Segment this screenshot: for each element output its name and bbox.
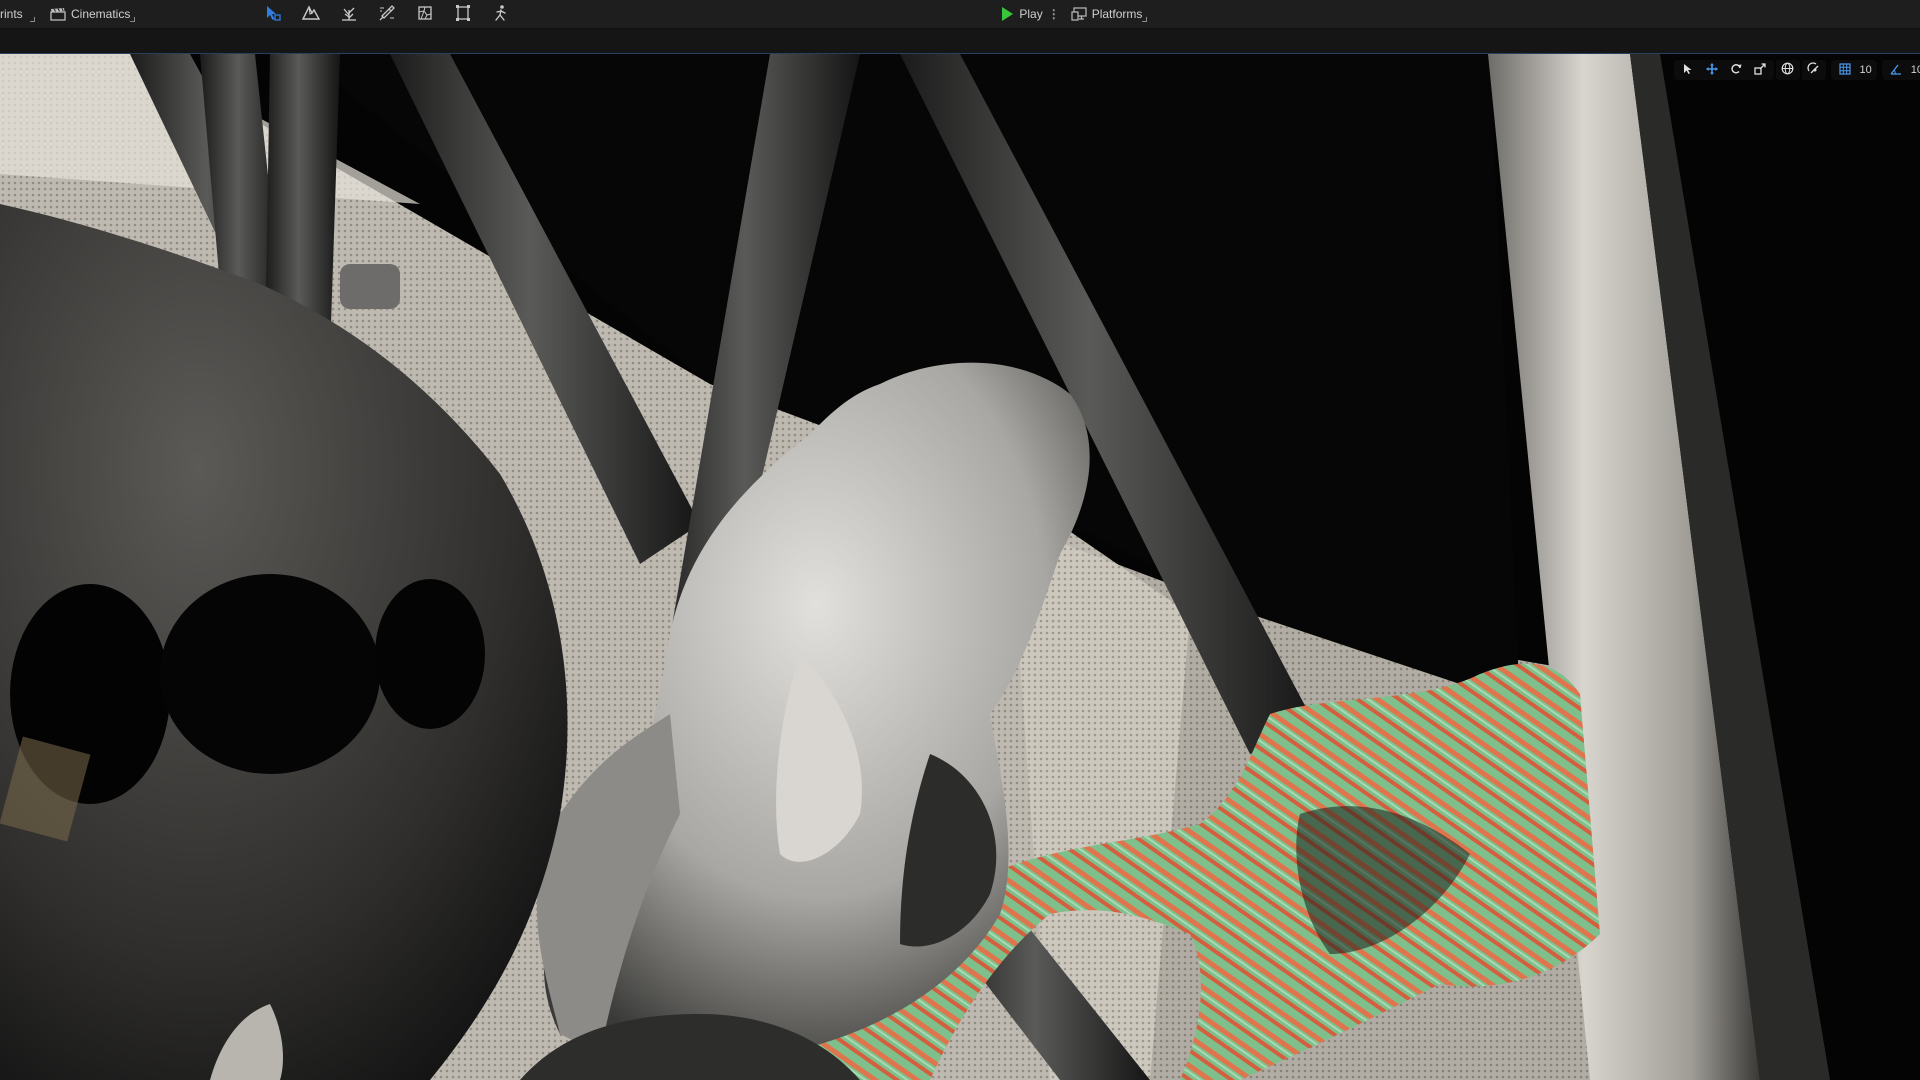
viewport-tab-strip — [0, 29, 1920, 54]
rotation-snap-group[interactable]: 10 — [1881, 60, 1920, 80]
foliage-mode-icon — [340, 4, 358, 25]
level-viewport[interactable]: 10 10 — [0, 54, 1920, 1080]
rotation-snap-button[interactable] — [1884, 60, 1908, 80]
viewport-toolbar: 10 10 — [1669, 60, 1920, 80]
grid-icon — [1838, 62, 1851, 78]
select-mode-icon — [264, 4, 282, 25]
translate-tool-button[interactable] — [1700, 60, 1724, 80]
blueprints-menu[interactable]: rints — [0, 0, 36, 28]
select-mode-button[interactable] — [254, 0, 292, 28]
clapperboard-icon — [50, 7, 66, 21]
brush-edit-mode-button[interactable] — [444, 0, 482, 28]
mesh-paint-mode-button[interactable] — [368, 0, 406, 28]
cinematics-menu[interactable]: Cinematics — [44, 0, 136, 28]
animation-mode-button[interactable] — [482, 0, 520, 28]
mesh-paint-mode-icon — [378, 4, 396, 25]
main-toolbar: rints Cinematics Play ⋮ Platforms — [0, 0, 1920, 29]
foliage-mode-button[interactable] — [330, 0, 368, 28]
blueprints-menu-label: rints — [0, 7, 23, 21]
angle-icon — [1890, 63, 1902, 78]
grid-snap-group[interactable]: 10 — [1830, 60, 1877, 80]
dropdown-corner-icon — [1142, 17, 1148, 22]
play-button[interactable]: Play — [998, 0, 1046, 28]
scale-tool-button[interactable] — [1748, 60, 1772, 80]
move-arrows-icon — [1705, 62, 1718, 78]
fracture-mode-button[interactable] — [406, 0, 444, 28]
fracture-mode-icon — [416, 4, 434, 25]
landscape-mode-button[interactable] — [292, 0, 330, 28]
animation-mode-icon — [492, 4, 510, 25]
play-label: Play — [1019, 7, 1043, 21]
select-tool-button[interactable] — [1676, 60, 1700, 80]
cinematics-menu-label: Cinematics — [71, 7, 131, 21]
grid-snap-button[interactable] — [1833, 60, 1857, 80]
rendered-scene — [0, 54, 1920, 1080]
platforms-icon — [1071, 7, 1087, 21]
platforms-menu[interactable]: Platforms — [1065, 0, 1149, 28]
grid-snap-value[interactable]: 10 — [1860, 64, 1872, 76]
surface-snapping-button[interactable] — [1801, 60, 1826, 80]
scale-icon — [1753, 62, 1766, 78]
play-icon — [1002, 7, 1014, 21]
play-options-button[interactable]: ⋮ — [1047, 0, 1061, 28]
kebab-menu-icon: ⋮ — [1047, 7, 1060, 21]
dropdown-corner-icon — [130, 17, 136, 22]
transform-tools-group — [1673, 60, 1774, 80]
world-local-toggle-button[interactable] — [1775, 60, 1800, 80]
globe-icon — [1781, 62, 1794, 78]
rotate-icon — [1730, 63, 1742, 78]
brush-edit-mode-icon — [454, 4, 472, 25]
landscape-mode-icon — [302, 4, 321, 25]
dropdown-corner-icon — [30, 17, 35, 22]
surface-snap-icon — [1807, 62, 1820, 78]
rotate-tool-button[interactable] — [1724, 60, 1748, 80]
platforms-menu-label: Platforms — [1091, 7, 1143, 21]
rotation-snap-value[interactable]: 10 — [1911, 64, 1920, 76]
unreal-editor-window: rints Cinematics Play ⋮ Platforms 10 10 — [0, 0, 1920, 1080]
cursor-icon — [1682, 63, 1694, 78]
